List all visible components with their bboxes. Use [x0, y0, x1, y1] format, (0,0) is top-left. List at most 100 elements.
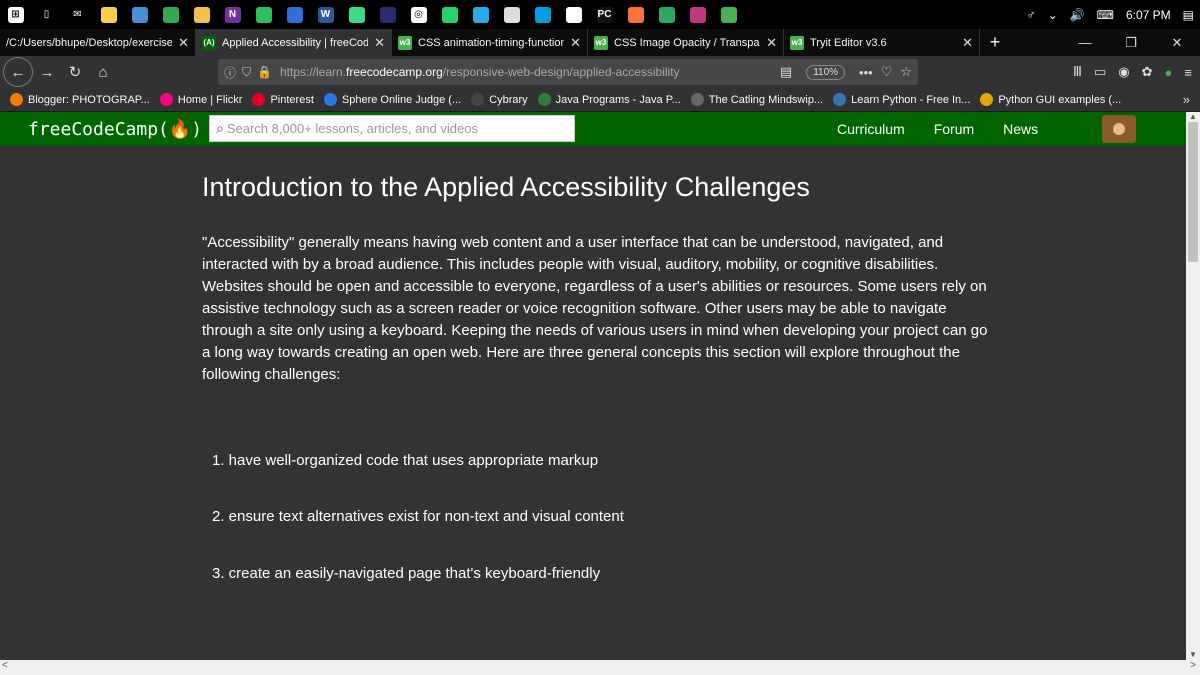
tab-local-file[interactable]: /C:/Users/bhupe/Desktop/exercise ✕: [0, 29, 196, 56]
address-bar[interactable]: ⓘ ⛉ 🔒 https://learn.freecodecamp.org/res…: [218, 59, 918, 85]
bookmark-item[interactable]: Home | Flickr: [159, 93, 242, 106]
more-bookmarks-icon[interactable]: »: [1183, 92, 1190, 107]
bookmarks-toolbar: Blogger: PHOTOGRAP... Home | Flickr Pinter…: [0, 88, 1200, 112]
lock-icon[interactable]: 🔒: [257, 65, 272, 79]
url-text[interactable]: https://learn.freecodecamp.org/responsiv…: [280, 65, 780, 79]
nav-link-forum[interactable]: Forum: [934, 121, 974, 137]
record-icon[interactable]: [651, 0, 682, 29]
onenote-icon[interactable]: N: [217, 0, 248, 29]
keyboard-icon[interactable]: ⌨: [1097, 8, 1114, 22]
zoom-indicator[interactable]: 110%: [806, 64, 846, 80]
close-tab-icon[interactable]: ✕: [962, 35, 973, 51]
page-actions-icon[interactable]: •••: [859, 65, 873, 80]
minimize-icon[interactable]: —: [1062, 29, 1108, 56]
extension-icon[interactable]: ✿: [1142, 64, 1153, 80]
back-button[interactable]: ←: [3, 57, 33, 87]
bookmark-item[interactable]: The Catling Mindswip...: [690, 93, 823, 106]
new-tab-button[interactable]: +: [980, 29, 1010, 56]
tracking-shield-icon[interactable]: ⛉: [242, 65, 251, 80]
scroll-down-icon[interactable]: ▼: [1186, 650, 1200, 660]
bookmark-favicon-icon: [980, 93, 994, 106]
screenshot-icon[interactable]: [527, 0, 558, 29]
search-input[interactable]: [226, 121, 557, 136]
nav-link-news[interactable]: News: [1003, 121, 1038, 137]
close-tab-icon[interactable]: ✕: [374, 35, 385, 51]
chrome-icon[interactable]: [155, 0, 186, 29]
restore-icon[interactable]: ❐: [1108, 29, 1154, 56]
tab-css-animation[interactable]: w3 CSS animation-timing-function ✕: [392, 29, 588, 56]
task-view-icon[interactable]: ▯: [31, 0, 62, 29]
fcc-logo[interactable]: freeCodeCamp(🔥): [28, 119, 202, 140]
home-button[interactable]: ⌂: [89, 58, 117, 86]
tab-css-image-opacity[interactable]: w3 CSS Image Opacity / Transpare ✕: [588, 29, 784, 56]
bookmark-item[interactable]: Blogger: PHOTOGRAP...: [10, 93, 150, 106]
account-icon[interactable]: ◉: [1118, 64, 1129, 80]
horizontal-scrollbar[interactable]: < >: [0, 660, 1200, 675]
bookmark-label: Java Programs - Java P...: [555, 93, 681, 106]
firefox-icon[interactable]: [620, 0, 651, 29]
extension-green-icon[interactable]: ●: [1165, 65, 1173, 80]
page-title: Introduction to the Applied Accessibilit…: [202, 172, 810, 202]
evernote-icon[interactable]: [248, 0, 279, 29]
reload-button[interactable]: ↻: [61, 58, 89, 86]
close-tab-icon[interactable]: ✕: [570, 35, 581, 51]
tab-applied-accessibility[interactable]: (A) Applied Accessibility | freeCode ✕: [196, 29, 392, 56]
scroll-left-icon[interactable]: <: [2, 660, 8, 671]
bookmark-item[interactable]: Learn Python - Free In...: [833, 93, 970, 106]
info-icon[interactable]: ⓘ: [224, 64, 236, 81]
whatsapp-icon[interactable]: [434, 0, 465, 29]
pocket-icon[interactable]: ♡: [881, 64, 893, 80]
greenapp-icon[interactable]: [713, 0, 744, 29]
clock[interactable]: 6:07 PM: [1126, 8, 1171, 22]
usb-icon[interactable]: [496, 0, 527, 29]
folder-icon[interactable]: [186, 0, 217, 29]
scroll-right-icon[interactable]: >: [1190, 660, 1196, 671]
shield-icon[interactable]: [558, 0, 589, 29]
menu-icon[interactable]: ≡: [1184, 65, 1192, 80]
bookmark-item[interactable]: Cybrary: [471, 93, 528, 106]
windows-start-icon[interactable]: ⊞: [0, 0, 31, 29]
bookmark-label: Learn Python - Free In...: [851, 93, 971, 106]
instagram-icon[interactable]: [682, 0, 713, 29]
bookmark-item[interactable]: Pinterest: [252, 93, 314, 106]
files-icon[interactable]: [124, 0, 155, 29]
notification-icon[interactable]: ▤: [1183, 8, 1194, 22]
app-icon[interactable]: [372, 0, 403, 29]
tab-title: /C:/Users/bhupe/Desktop/exercise: [6, 36, 173, 49]
bookmark-label: Cybrary: [489, 93, 528, 106]
close-tab-icon[interactable]: ✕: [766, 35, 777, 51]
word-icon[interactable]: W: [310, 0, 341, 29]
bookmark-label: Sphere Online Judge (...: [341, 93, 462, 106]
vertical-scrollbar[interactable]: ▲ ▼: [1186, 112, 1200, 660]
windows-taskbar: ⊞ ▯ ✉ N W ◎ PC ♂ ⌄ 🔊 ⌨ 6:07 PM ▤: [0, 0, 1200, 29]
freecodecamp-favicon-icon: (A): [202, 35, 216, 50]
nav-link-curriculum[interactable]: Curriculum: [837, 121, 905, 137]
search-box[interactable]: ⌕: [209, 115, 575, 142]
library-icon[interactable]: Ⅲ: [1073, 64, 1082, 80]
avatar[interactable]: [1102, 115, 1136, 143]
pycharm-icon[interactable]: PC: [589, 0, 620, 29]
bookmark-star-icon[interactable]: ☆: [900, 64, 912, 80]
chevron-up-icon[interactable]: ⌄: [1048, 8, 1058, 22]
reader-view-icon[interactable]: ▤: [780, 64, 792, 80]
close-tab-icon[interactable]: ✕: [178, 35, 189, 51]
telegram-icon[interactable]: [465, 0, 496, 29]
photos-icon[interactable]: [279, 0, 310, 29]
scroll-thumb[interactable]: [1188, 122, 1198, 262]
close-window-icon[interactable]: ✕: [1154, 29, 1200, 56]
sticky-notes-icon[interactable]: [93, 0, 124, 29]
scroll-up-icon[interactable]: ▲: [1186, 112, 1200, 122]
volume-icon[interactable]: 🔊: [1070, 8, 1085, 22]
android-icon[interactable]: [341, 0, 372, 29]
mail-icon[interactable]: ✉: [62, 0, 93, 29]
bookmark-favicon-icon: [10, 93, 23, 106]
bookmark-item[interactable]: Python GUI examples (...: [980, 93, 1121, 106]
opera-icon[interactable]: ◎: [403, 0, 434, 29]
forward-button[interactable]: →: [33, 58, 61, 86]
bookmark-item[interactable]: Java Programs - Java P...: [537, 93, 681, 106]
bookmark-item[interactable]: Sphere Online Judge (...: [323, 93, 462, 106]
people-icon[interactable]: ♂: [1027, 8, 1036, 22]
bookmark-label: Python GUI examples (...: [998, 93, 1122, 106]
tab-tryit-editor[interactable]: w3 Tryit Editor v3.6 ✕: [784, 29, 980, 56]
sidebar-icon[interactable]: ▭: [1094, 64, 1106, 80]
